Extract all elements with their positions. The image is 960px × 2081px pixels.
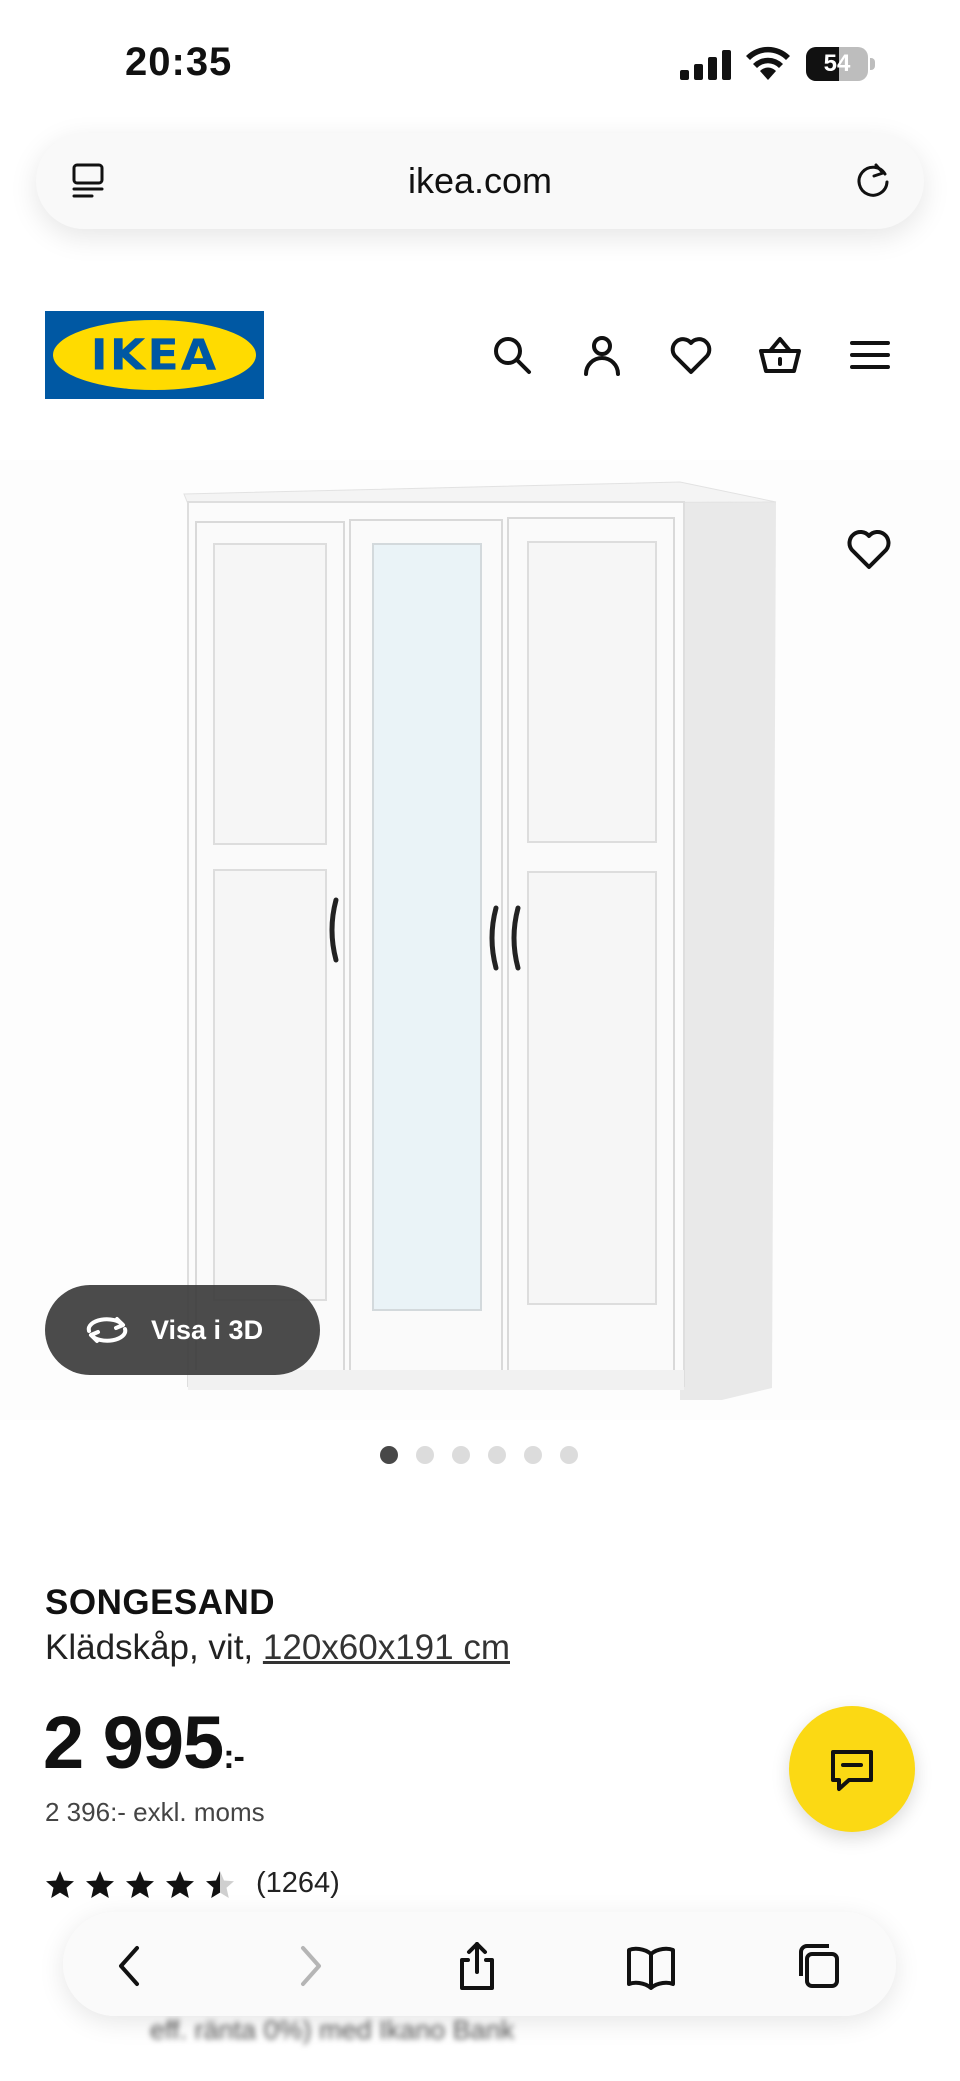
status-time: 20:35 <box>125 40 233 84</box>
rating-star-icon <box>206 1871 234 1898</box>
rating-star-icon <box>166 1871 194 1898</box>
browser-toolbar <box>63 1912 896 2016</box>
ikea-logo[interactable]: IKEA <box>45 311 264 399</box>
battery-indicator: 54 <box>806 47 876 81</box>
rating-star-icon <box>86 1871 114 1898</box>
carousel-dot[interactable] <box>416 1446 434 1464</box>
product-name[interactable]: SONGESAND <box>45 1583 275 1623</box>
search-icon[interactable] <box>490 333 534 377</box>
carousel-dot[interactable] <box>452 1446 470 1464</box>
price-excl-vat: 2 396:- exkl. moms <box>45 1797 265 1827</box>
product-description: Klädskåp, vit, 120x60x191 cm <box>45 1628 510 1668</box>
size-link[interactable]: 120x60x191 cm <box>263 1628 510 1667</box>
review-count[interactable]: (1264) <box>256 1867 340 1900</box>
price-main: 2 995 <box>43 1701 224 1784</box>
bookmarks-icon[interactable] <box>626 1942 676 1990</box>
carousel-dot[interactable] <box>524 1446 542 1464</box>
finance-text: eff. ränta 0%) med Ikano Bank <box>150 2015 515 2045</box>
battery-percent: 54 <box>823 50 851 77</box>
wifi-icon <box>746 46 790 80</box>
reload-icon[interactable] <box>852 159 894 201</box>
save-favorite-icon[interactable] <box>845 527 893 571</box>
carousel-dot[interactable] <box>488 1446 506 1464</box>
wardrobe-product-photo <box>183 481 777 1400</box>
forward-icon <box>301 1946 321 1986</box>
rating-star-icon <box>46 1871 74 1898</box>
url-text[interactable]: ikea.com <box>36 133 924 229</box>
rating-star-icon <box>126 1871 154 1898</box>
cellular-signal-icon <box>680 50 731 80</box>
price-suffix: :- <box>223 1738 245 1776</box>
tabs-overview-icon[interactable] <box>793 1942 843 1990</box>
basket-icon[interactable] <box>758 333 802 377</box>
chat-button[interactable] <box>789 1706 915 1832</box>
chat-icon <box>831 1750 873 1791</box>
back-icon[interactable] <box>107 1942 157 1990</box>
menu-icon[interactable] <box>848 333 892 377</box>
carousel-dot[interactable] <box>560 1446 578 1464</box>
product-price: 2 995:- <box>43 1700 245 1785</box>
view-in-3d-label: Visa i 3D <box>151 1315 264 1345</box>
carousel-dot[interactable] <box>380 1446 398 1464</box>
address-bar[interactable]: ikea.com <box>36 133 924 229</box>
rotate-3d-icon <box>86 1317 128 1343</box>
account-icon[interactable] <box>580 333 624 377</box>
logo-text: IKEA <box>90 330 219 380</box>
share-icon[interactable] <box>452 1942 502 1990</box>
status-bar: 20:35 54 <box>0 0 960 130</box>
product-type: Klädskåp, vit, <box>45 1628 263 1667</box>
view-in-3d-button[interactable]: Visa i 3D <box>45 1285 320 1375</box>
heart-icon[interactable] <box>669 333 713 377</box>
